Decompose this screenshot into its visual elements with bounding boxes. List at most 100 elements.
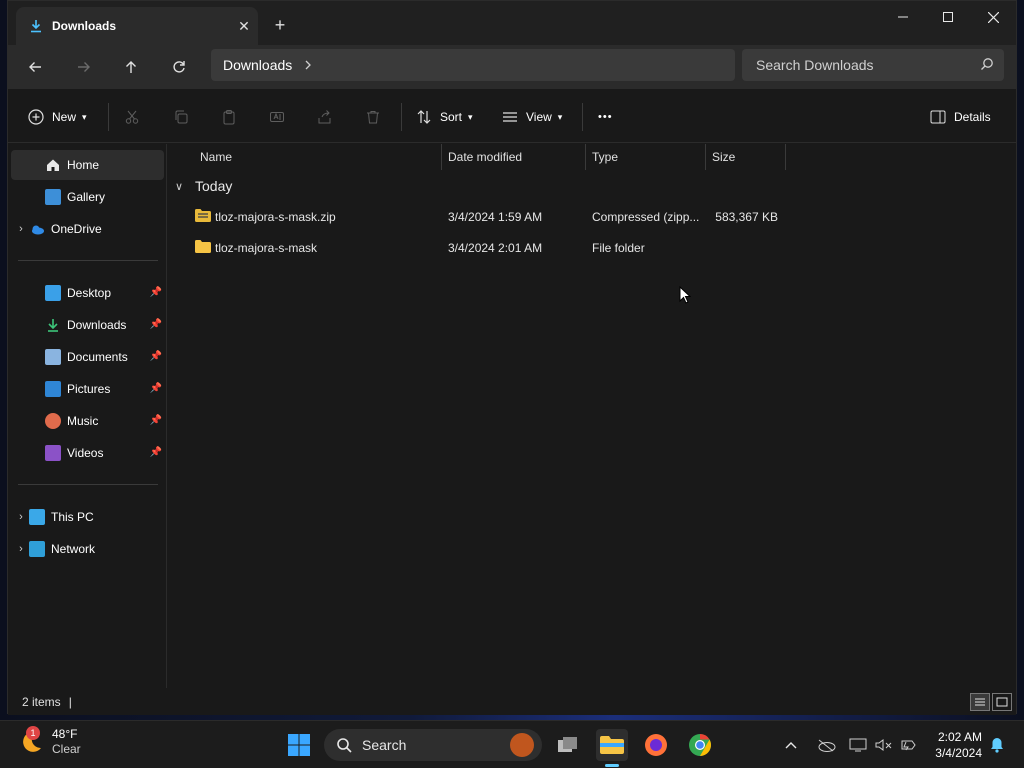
sidebar-item-documents[interactable]: Documents 📌 bbox=[11, 342, 164, 372]
chevron-down-icon: ▾ bbox=[468, 111, 473, 122]
sidebar-item-gallery[interactable]: Gallery bbox=[11, 182, 164, 212]
navigation-pane: Home Gallery › OneDrive Desktop 📌 Downlo… bbox=[8, 144, 166, 688]
large-icons-view-toggle[interactable] bbox=[992, 693, 1012, 711]
refresh-button[interactable] bbox=[163, 51, 195, 83]
display-tray-icon[interactable] bbox=[846, 729, 870, 761]
close-window-button[interactable] bbox=[970, 1, 1016, 33]
close-tab-button[interactable]: ✕ bbox=[230, 12, 258, 40]
computer-icon bbox=[29, 509, 45, 525]
pin-icon[interactable]: 📌 bbox=[150, 383, 162, 394]
clipboard-icon bbox=[223, 110, 235, 125]
windows-icon bbox=[288, 734, 310, 756]
weather-temperature: 48°F bbox=[52, 727, 78, 741]
battery-tray-icon[interactable] bbox=[896, 729, 920, 761]
search-placeholder: Search Downloads bbox=[756, 57, 874, 73]
pin-icon[interactable]: 📌 bbox=[150, 447, 162, 458]
sidebar-item-desktop[interactable]: Desktop 📌 bbox=[11, 278, 164, 308]
chevron-right-icon[interactable]: › bbox=[13, 223, 29, 235]
taskbar-search[interactable]: Search bbox=[324, 729, 542, 761]
trash-icon bbox=[367, 111, 379, 124]
table-row[interactable]: tloz-majora-s-mask.zip 3/4/2024 1:59 AM … bbox=[167, 202, 1017, 232]
sidebar-item-label: Gallery bbox=[67, 190, 106, 204]
sidebar-item-pictures[interactable]: Pictures 📌 bbox=[11, 374, 164, 404]
breadcrumb-downloads[interactable]: Downloads bbox=[223, 57, 292, 73]
pin-icon[interactable]: 📌 bbox=[150, 351, 162, 362]
sort-button[interactable]: Sort ▾ bbox=[416, 103, 473, 131]
column-header-name[interactable]: Name bbox=[194, 144, 442, 170]
sidebar-item-onedrive[interactable]: › OneDrive bbox=[11, 214, 164, 244]
column-header-date-modified[interactable]: Date modified bbox=[442, 144, 586, 170]
column-header-size[interactable]: Size bbox=[706, 144, 786, 170]
desktop-icon bbox=[45, 285, 61, 301]
back-button[interactable] bbox=[19, 51, 51, 83]
pin-icon[interactable]: 📌 bbox=[150, 319, 162, 330]
search-input[interactable]: Search Downloads bbox=[742, 49, 1004, 81]
gallery-icon bbox=[45, 189, 61, 205]
column-header-type[interactable]: Type bbox=[586, 144, 706, 170]
group-label: Today bbox=[195, 178, 233, 194]
delete-button[interactable] bbox=[365, 103, 381, 131]
file-explorer-window: Downloads ✕ + Downloads Search Downloads… bbox=[7, 0, 1017, 715]
divider bbox=[108, 103, 109, 131]
more-options-button[interactable]: ••• bbox=[598, 103, 613, 131]
chevron-right-icon[interactable]: › bbox=[13, 543, 29, 555]
up-button[interactable] bbox=[115, 51, 147, 83]
rename-icon bbox=[270, 112, 284, 122]
show-hidden-icons-button[interactable] bbox=[780, 729, 802, 761]
sort-label: Sort bbox=[440, 110, 463, 124]
sidebar-item-videos[interactable]: Videos 📌 bbox=[11, 438, 164, 468]
sidebar-item-network[interactable]: › Network bbox=[11, 534, 164, 564]
chevron-right-icon[interactable]: › bbox=[13, 511, 29, 523]
view-button[interactable]: View ▾ bbox=[502, 103, 562, 131]
file-name: tloz-majora-s-mask bbox=[215, 241, 318, 255]
cut-button[interactable] bbox=[124, 103, 140, 131]
sidebar-item-downloads[interactable]: Downloads 📌 bbox=[11, 310, 164, 340]
paste-button[interactable] bbox=[221, 103, 237, 131]
notification-bell-icon[interactable] bbox=[986, 729, 1008, 761]
system-clock[interactable]: 2:02 AM 3/4/2024 bbox=[928, 729, 982, 761]
details-button[interactable]: Details bbox=[930, 103, 991, 131]
group-header-today[interactable]: ∨ Today bbox=[175, 178, 232, 194]
share-button[interactable] bbox=[317, 103, 333, 131]
new-tab-button[interactable]: + bbox=[266, 11, 294, 39]
file-size: 583,367 KB bbox=[715, 210, 778, 224]
search-highlight-icon bbox=[510, 733, 534, 757]
sidebar-item-music[interactable]: Music 📌 bbox=[11, 406, 164, 436]
view-label: View bbox=[526, 110, 552, 124]
clock-date: 3/4/2024 bbox=[935, 746, 982, 760]
tab-downloads[interactable]: Downloads ✕ bbox=[16, 7, 258, 45]
title-bar: Downloads ✕ + bbox=[8, 1, 1016, 45]
zip-folder-icon bbox=[195, 209, 211, 222]
minimize-button[interactable] bbox=[880, 1, 926, 33]
pin-icon[interactable]: 📌 bbox=[150, 287, 162, 298]
details-label: Details bbox=[954, 110, 991, 124]
table-row[interactable]: tloz-majora-s-mask 3/4/2024 2:01 AM File… bbox=[167, 233, 1017, 263]
divider bbox=[18, 260, 158, 261]
maximize-button[interactable] bbox=[925, 1, 971, 33]
onedrive-tray-icon[interactable] bbox=[812, 729, 840, 761]
sidebar-item-this-pc[interactable]: › This PC bbox=[11, 502, 164, 532]
sidebar-item-label: Network bbox=[51, 542, 96, 556]
file-type: Compressed (zipp... bbox=[592, 210, 700, 224]
copy-button[interactable] bbox=[173, 103, 189, 131]
volume-muted-icon[interactable] bbox=[872, 729, 896, 761]
scissors-icon bbox=[125, 110, 139, 124]
weather-widget[interactable]: 1 48°F Clear bbox=[16, 726, 81, 757]
taskbar-firefox[interactable] bbox=[640, 729, 672, 761]
pin-icon[interactable]: 📌 bbox=[150, 415, 162, 426]
details-view-toggle[interactable] bbox=[970, 693, 990, 711]
taskbar-file-explorer[interactable] bbox=[596, 729, 628, 767]
task-view-button[interactable] bbox=[552, 729, 584, 761]
new-button[interactable]: New ▾ bbox=[28, 103, 87, 131]
start-button[interactable] bbox=[283, 729, 315, 761]
taskbar-chrome[interactable] bbox=[684, 729, 716, 761]
rename-button[interactable] bbox=[269, 103, 285, 131]
address-bar[interactable]: Downloads bbox=[211, 49, 735, 81]
forward-button[interactable] bbox=[68, 51, 100, 83]
sidebar-item-home[interactable]: Home bbox=[11, 150, 164, 180]
sidebar-item-label: OneDrive bbox=[51, 222, 102, 236]
music-icon bbox=[45, 413, 61, 429]
task-view-icon bbox=[558, 737, 577, 752]
sidebar-item-label: Videos bbox=[67, 446, 104, 460]
chevron-right-icon[interactable] bbox=[304, 57, 312, 73]
